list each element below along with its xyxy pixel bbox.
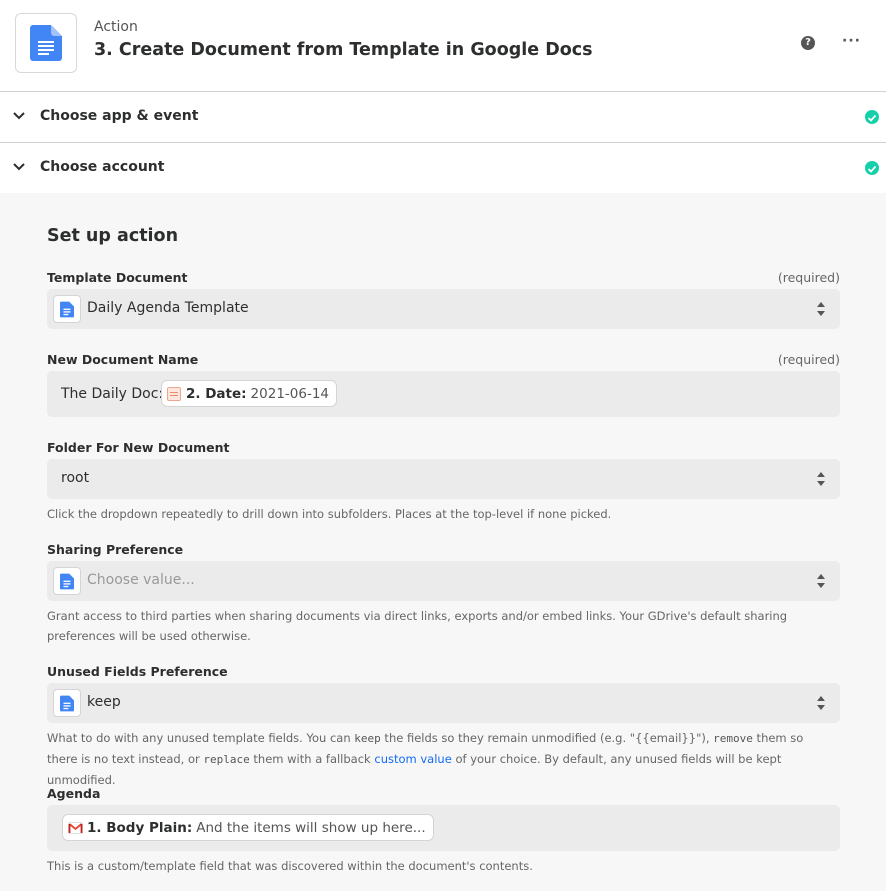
- chevron-down-icon: [13, 163, 25, 171]
- unused-fields-value: keep: [87, 694, 121, 710]
- help-text-segment: What to do with any unused template fiel…: [47, 731, 355, 745]
- calendar-icon: [167, 386, 181, 401]
- google-docs-icon: [30, 25, 62, 61]
- more-horizontal-icon[interactable]: ···: [842, 34, 860, 48]
- code-remove: remove: [713, 732, 753, 745]
- google-docs-icon: [53, 567, 81, 595]
- pill-step-label: 1. Body Plain:: [87, 819, 193, 836]
- mapped-field-pill[interactable]: 1. Body Plain: And the items will show u…: [62, 814, 434, 841]
- unused-fields-help-text: What to do with any unused template fiel…: [47, 728, 837, 790]
- agenda-help-text: This is a custom/template field that was…: [47, 859, 533, 873]
- sharing-help-text: Grant access to third parties when shari…: [47, 609, 788, 643]
- check-circle-icon: [865, 110, 879, 124]
- question-circle-icon[interactable]: ?: [801, 36, 815, 50]
- required-indicator: (required): [777, 270, 840, 285]
- section-choose-account[interactable]: Choose account: [0, 143, 886, 194]
- unused-fields-label: Unused Fields Preference: [47, 664, 228, 679]
- section-label: Choose account: [40, 159, 165, 175]
- sharing-preference-label: Sharing Preference: [47, 542, 184, 557]
- code-replace: replace: [203, 753, 250, 766]
- help-text-segment: the fields so they remain unmodified (e.…: [380, 731, 714, 745]
- step-type-label: Action: [94, 19, 138, 35]
- check-circle-icon: [865, 161, 879, 175]
- new-document-name-label: New Document Name: [47, 352, 199, 367]
- pill-value: And the items will show up here...: [196, 819, 426, 836]
- sort-arrows-icon: [817, 696, 825, 710]
- step-header: Action 3. Create Document from Template …: [0, 0, 886, 92]
- template-document-label: Template Document: [47, 270, 188, 285]
- code-keep: keep: [354, 732, 381, 745]
- google-docs-app-tile: [15, 13, 77, 73]
- pill-value: 2021-06-14: [250, 385, 330, 402]
- new-document-name-input[interactable]: The Daily Doc: 2. Date: 2021-06-14: [47, 371, 840, 417]
- sort-arrows-icon: [817, 302, 825, 316]
- template-document-value: Daily Agenda Template: [87, 300, 249, 316]
- pill-step-label: 2. Date:: [186, 385, 247, 402]
- unused-fields-select[interactable]: keep: [47, 683, 840, 723]
- step-title: 3. Create Document from Template in Goog…: [94, 40, 593, 60]
- sort-arrows-icon: [817, 472, 825, 486]
- folder-label: Folder For New Document: [47, 440, 230, 455]
- sort-arrows-icon: [817, 574, 825, 588]
- template-document-select[interactable]: Daily Agenda Template: [47, 289, 840, 329]
- help-text-segment: them with a fallback: [249, 752, 375, 766]
- folder-help-text: Click the dropdown repeatedly to drill d…: [47, 507, 612, 521]
- section-label: Choose app & event: [40, 108, 199, 124]
- sharing-preference-select[interactable]: Choose value...: [47, 561, 840, 601]
- required-indicator: (required): [777, 352, 840, 367]
- sharing-preference-placeholder: Choose value...: [87, 572, 195, 588]
- folder-value: root: [61, 470, 90, 486]
- agenda-label: Agenda: [47, 786, 101, 801]
- agenda-input[interactable]: 1. Body Plain: And the items will show u…: [47, 805, 840, 851]
- gmail-icon: [68, 821, 83, 834]
- new-document-name-prefix: The Daily Doc:: [61, 386, 164, 402]
- folder-select[interactable]: root: [47, 459, 840, 499]
- chevron-down-icon: [13, 112, 25, 120]
- section-choose-app-event[interactable]: Choose app & event: [0, 92, 886, 143]
- setup-action-title: Set up action: [47, 226, 179, 246]
- google-docs-icon: [53, 689, 81, 717]
- mapped-field-pill[interactable]: 2. Date: 2021-06-14: [161, 380, 338, 407]
- google-docs-icon: [53, 295, 81, 323]
- custom-value-link[interactable]: custom value: [374, 752, 451, 766]
- setup-action-panel: Set up action Template Document (require…: [0, 193, 886, 891]
